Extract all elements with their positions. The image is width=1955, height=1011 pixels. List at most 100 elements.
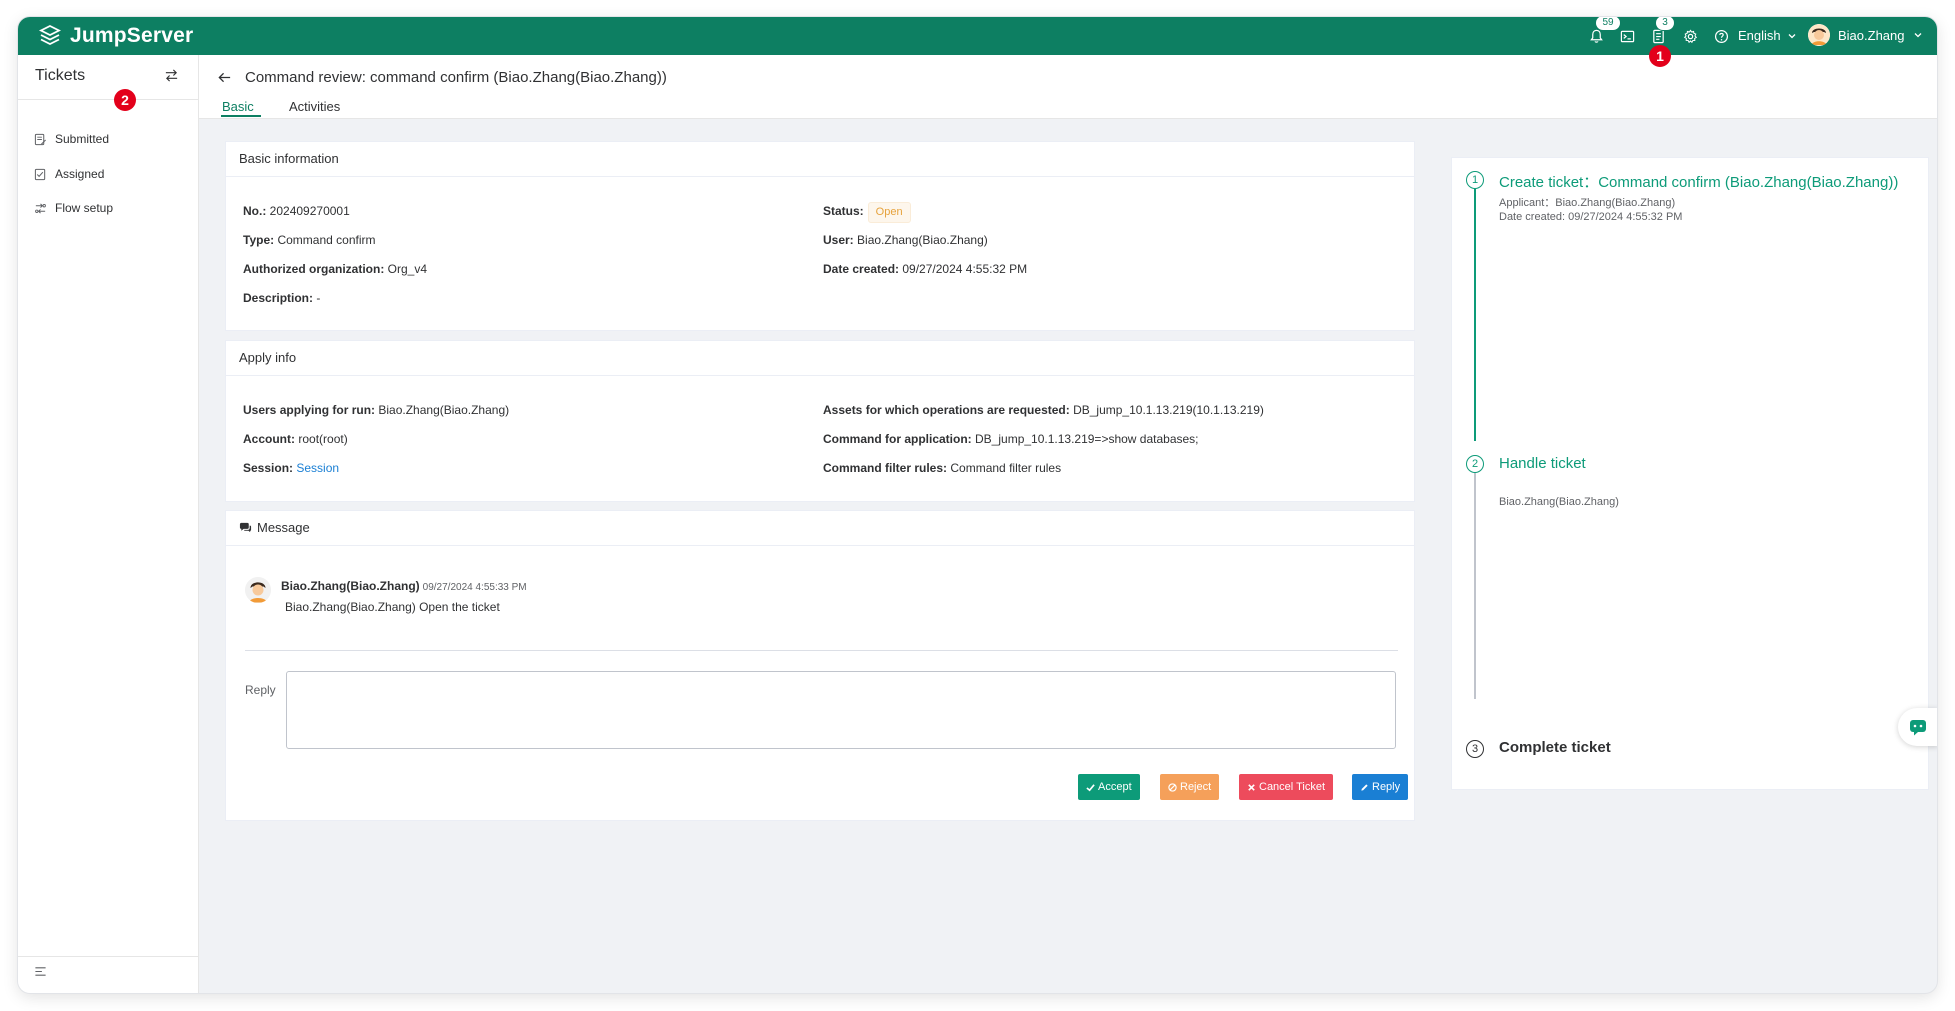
filter-rules-value: Command filter rules <box>950 461 1062 475</box>
collapse-sidebar-button[interactable] <box>34 965 47 983</box>
annotation-marker-1: 1 <box>1649 45 1671 67</box>
gear-icon <box>1683 29 1697 43</box>
assigned-ticket-icon <box>34 168 46 180</box>
app-window: JumpServer 59 3 English Biao.Zhang Ticke… <box>18 17 1937 993</box>
accept-button[interactable]: Accept <box>1078 774 1140 800</box>
check-icon <box>1086 783 1095 791</box>
ticket-timeline: 1 Create ticket：Command confirm (Biao.Zh… <box>1451 157 1929 790</box>
reply-label: Reply <box>245 683 276 697</box>
reject-button[interactable]: Reject <box>1160 774 1220 800</box>
description-value: - <box>316 291 321 305</box>
step-3-indicator: 3 <box>1466 740 1484 758</box>
requested-assets-value: DB_jump_10.1.13.219(10.1.13.219) <box>1073 403 1264 417</box>
sidebar-item-submitted[interactable]: Submitted <box>34 129 109 149</box>
date-created-field: Date created: 09/27/2024 4:55:32 PM <box>823 262 1028 276</box>
session-link[interactable]: Session <box>296 461 339 475</box>
tab-basic[interactable]: Basic <box>222 99 254 114</box>
sidebar-item-flow-setup[interactable]: Flow setup <box>34 198 113 218</box>
tab-activities[interactable]: Activities <box>289 99 340 114</box>
command-field: Command for application: DB_jump_10.1.13… <box>823 432 1199 446</box>
message-time: 09/27/2024 4:55:33 PM <box>422 582 527 593</box>
ticket-list-icon <box>1652 29 1664 43</box>
status-badge: Open <box>867 202 911 223</box>
authorized-org-value: Org_v4 <box>387 262 428 276</box>
reply-textarea[interactable] <box>286 671 1396 749</box>
page-title: Command review: command confirm (Biao.Zh… <box>245 69 667 86</box>
user-field: User: Biao.Zhang(Biao.Zhang) <box>823 233 988 247</box>
apply-info-title: Apply info <box>226 341 1414 376</box>
chevron-down-icon <box>1788 33 1796 38</box>
user-menu[interactable]: Biao.Zhang <box>1808 24 1923 46</box>
ticket-number-value: 202409270001 <box>269 204 350 218</box>
authorized-org-field: Authorized organization: Org_v4 <box>243 262 428 276</box>
settings-button[interactable] <box>1680 26 1700 46</box>
sidebar-title: Tickets <box>35 67 86 84</box>
timeline-connector <box>1474 471 1476 699</box>
top-bar: JumpServer 59 3 English Biao.Zhang <box>18 17 1937 55</box>
ticket-type-value: Command confirm <box>277 233 376 247</box>
message-author-avatar <box>245 577 271 603</box>
sidebar-item-assigned[interactable]: Assigned <box>34 164 104 184</box>
status-field: Status: Open <box>823 202 911 223</box>
message-text: Biao.Zhang(Biao.Zhang) Open the ticket <box>285 600 500 614</box>
sidebar-item-label: Flow setup <box>55 201 114 215</box>
filter-rules-field: Command filter rules: Command filter rul… <box>823 461 1062 475</box>
message-divider <box>245 650 1398 651</box>
command-value: DB_jump_10.1.13.219=>show databases; <box>975 432 1199 446</box>
close-icon <box>1248 783 1255 791</box>
account-value: root(root) <box>298 432 348 446</box>
step-1-title: Create ticket：Command confirm (Biao.Zhan… <box>1499 174 1899 191</box>
applying-users-value: Biao.Zhang(Biao.Zhang) <box>378 403 510 417</box>
comments-icon <box>239 522 252 533</box>
message-header: Message <box>226 511 1414 546</box>
sidebar-divider <box>18 99 198 100</box>
chat-assistant-button[interactable] <box>1898 708 1937 746</box>
brand-name: JumpServer <box>70 24 194 47</box>
date-created-value: 09/27/2024 4:55:32 PM <box>902 262 1028 276</box>
bell-icon <box>1589 29 1603 43</box>
account-field: Account: root(root) <box>243 432 348 446</box>
description-field: Description: - <box>243 291 321 305</box>
message-title: Message <box>257 520 310 535</box>
terminal-icon <box>1620 30 1634 42</box>
menu-fold-icon <box>35 967 46 976</box>
step-1-applicant: Applicant：Biao.Zhang(Biao.Zhang) <box>1499 197 1676 209</box>
ticket-number-field: No.: 202409270001 <box>243 204 350 218</box>
avatar-icon <box>245 577 271 603</box>
ticket-type-field: Type: Command confirm <box>243 233 376 247</box>
pencil-icon <box>1361 783 1368 791</box>
notifications-button[interactable]: 59 <box>1586 17 1620 46</box>
help-button[interactable] <box>1711 26 1731 46</box>
avatar-icon <box>1808 24 1830 46</box>
question-circle-icon <box>1714 29 1728 43</box>
reply-button[interactable]: Reply <box>1352 774 1409 800</box>
basic-info-title: Basic information <box>226 142 1414 177</box>
ban-icon <box>1168 782 1177 792</box>
tickets-badge: 3 <box>1656 17 1674 30</box>
web-terminal-button[interactable] <box>1617 26 1637 46</box>
user-name: Biao.Zhang <box>1838 27 1905 43</box>
timeline-connector <box>1474 189 1476 441</box>
chevron-down-icon <box>1914 33 1921 38</box>
language-selector[interactable]: English <box>1738 28 1797 43</box>
jumpserver-logo-icon <box>38 24 62 46</box>
back-button[interactable] <box>217 70 232 90</box>
apply-info-card: Apply info Users applying for run: Biao.… <box>225 340 1415 502</box>
sidebar-item-label: Assigned <box>55 167 105 181</box>
tickets-button[interactable]: 3 <box>1648 17 1674 46</box>
step-2-indicator: 2 <box>1466 455 1484 473</box>
step-2-assignee: Biao.Zhang(Biao.Zhang) <box>1499 496 1619 508</box>
session-field: Session: Session <box>243 461 340 475</box>
sidebar-item-label: Submitted <box>55 132 110 146</box>
brand-logo[interactable]: JumpServer <box>38 22 193 50</box>
language-label: English <box>1738 28 1781 43</box>
page-header: Command review: command confirm (Biao.Zh… <box>199 55 1937 119</box>
switch-view-button[interactable] <box>164 68 179 88</box>
chat-bot-icon <box>1910 720 1926 736</box>
cancel-ticket-button[interactable]: Cancel Ticket <box>1239 774 1334 800</box>
step-2-title: Handle ticket <box>1499 455 1586 472</box>
requested-assets-field: Assets for which operations are requeste… <box>823 403 1264 417</box>
flow-icon <box>35 202 46 214</box>
message-card: Message Biao.Zhang(Biao.Zhang) 09/27/2024… <box>225 510 1415 821</box>
sidebar-bottom-divider <box>18 956 198 957</box>
